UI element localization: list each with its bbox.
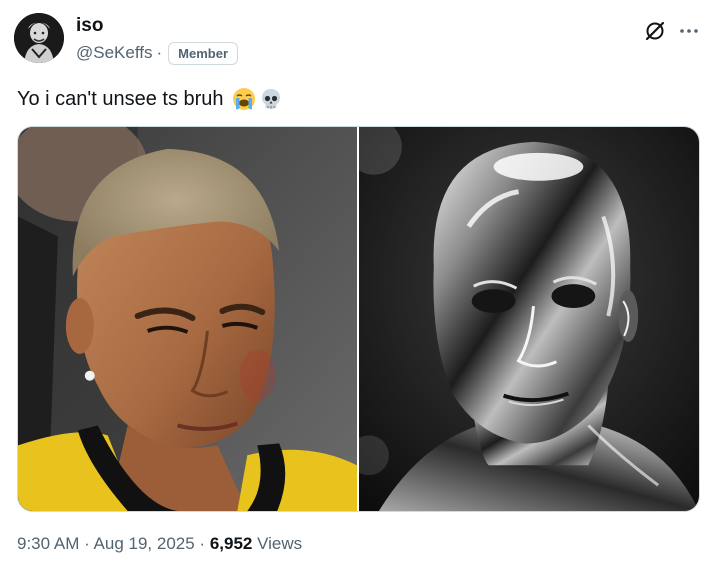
tweet-meta: 9:30 AM · Aug 19, 2025 · 6,952 Views <box>17 532 302 556</box>
post-date[interactable]: Aug 19, 2025 <box>94 534 195 553</box>
member-badge[interactable]: Member <box>168 41 239 65</box>
media-photo-left[interactable] <box>18 127 357 511</box>
views-label: Views <box>252 534 303 553</box>
avatar[interactable] <box>14 13 64 63</box>
tweet-text-content: Yo i can't unsee ts bruh <box>17 88 224 110</box>
photo-man-buzzcut-icon <box>18 127 357 511</box>
tweet-text: Yo i can't unsee ts bruh <box>17 86 283 112</box>
media-grid <box>17 126 700 512</box>
views-count[interactable]: 6,952 <box>210 534 253 553</box>
meta-separator: · <box>79 534 94 553</box>
tweet: iso @SeKeffs · Member Yo i can't unsee t… <box>0 0 716 573</box>
loudly-crying-face-icon <box>232 87 256 111</box>
meta-separator: · <box>194 534 210 553</box>
handle-separator: · <box>156 43 163 62</box>
author-handle-row: @SeKeffs · Member <box>76 40 239 66</box>
skull-icon <box>259 87 283 111</box>
grok-icon[interactable] <box>644 20 666 42</box>
photo-chrome-head-icon <box>359 127 699 511</box>
author-display-name[interactable]: iso <box>76 14 103 38</box>
post-time[interactable]: 9:30 AM <box>17 534 79 553</box>
avatar-image <box>14 13 64 63</box>
more-icon[interactable] <box>677 22 701 40</box>
author-handle[interactable]: @SeKeffs <box>76 43 152 63</box>
media-photo-right[interactable] <box>359 127 699 511</box>
